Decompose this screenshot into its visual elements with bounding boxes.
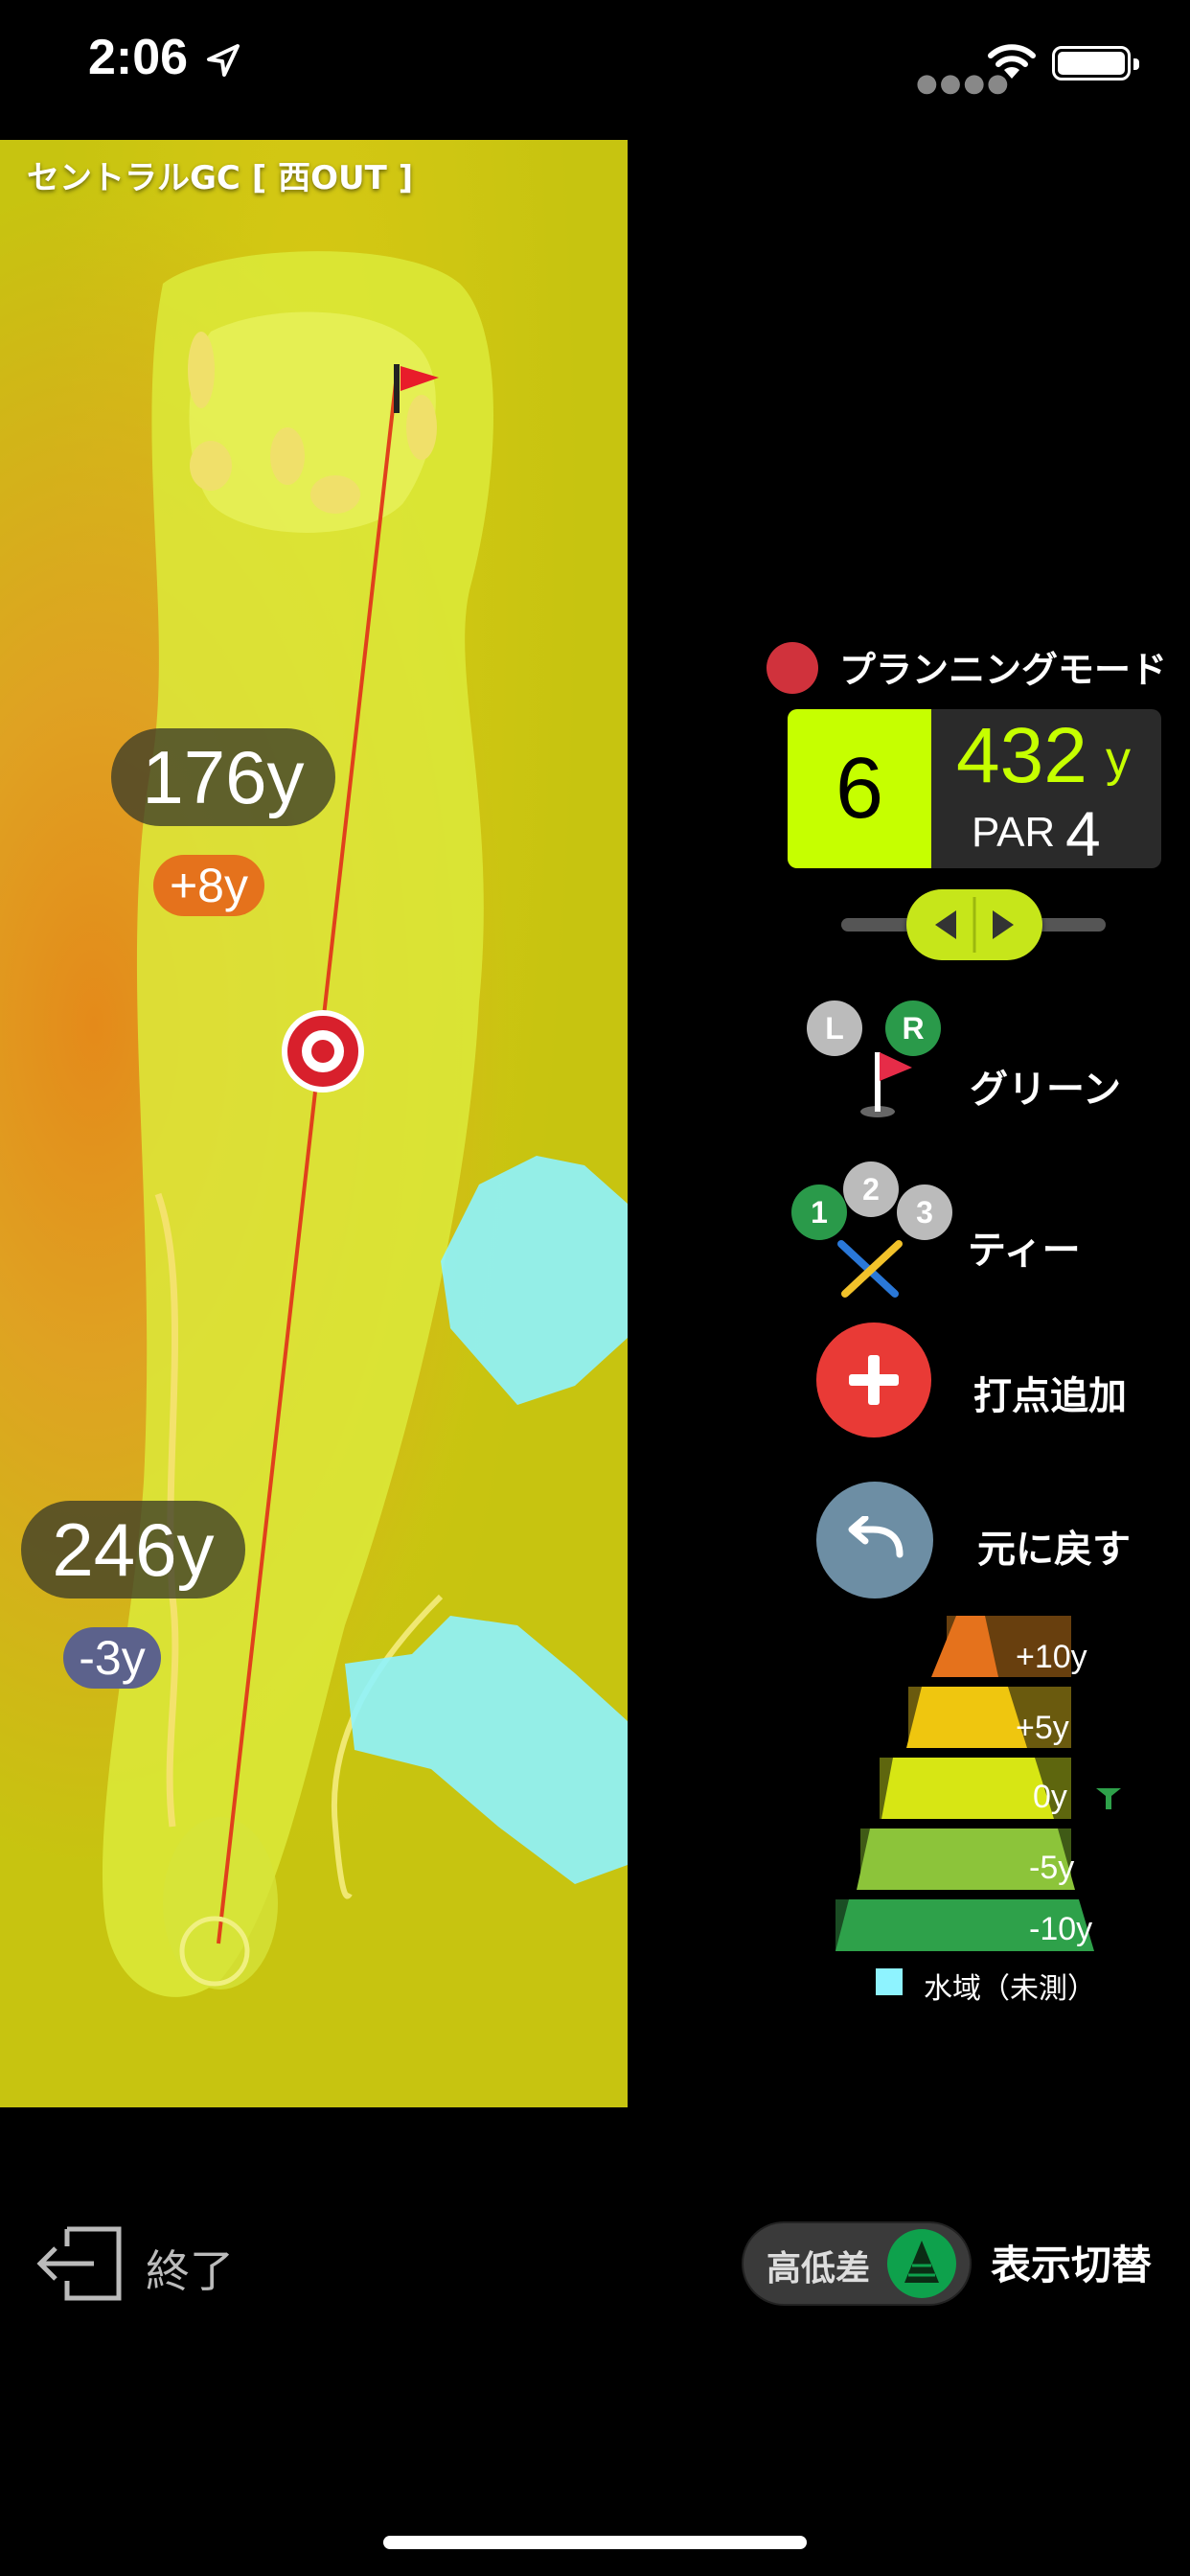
green-label: グリーン <box>970 1068 1121 1112</box>
tee-1-badge[interactable]: 1 <box>791 1184 847 1240</box>
tee-2-badge[interactable]: 2 <box>843 1162 899 1217</box>
course-title: セントラルGC [ 西OUT ] <box>27 159 414 197</box>
prev-next-chevrons-icon <box>935 897 1014 953</box>
elevation-pyramid-icon <box>887 2229 956 2298</box>
legend-plus5: +5y <box>1016 1710 1069 1746</box>
battery-icon <box>1052 46 1139 80</box>
location-arrow-icon <box>207 44 240 77</box>
status-time: 2:06 <box>88 30 189 85</box>
undo-button[interactable] <box>816 1482 933 1598</box>
par-value: 4 <box>1065 798 1101 868</box>
green-flag-icon <box>860 1052 912 1117</box>
legend-zero: 0y <box>1033 1779 1067 1815</box>
tee-label: ティー <box>968 1229 1081 1273</box>
add-point-label[interactable]: 打点追加 <box>973 1365 1127 1420</box>
hole-layout <box>102 251 628 1997</box>
elevation-toggle-label: 高低差 <box>767 2249 871 2288</box>
tee-distance-label: 246y <box>21 1501 245 1598</box>
hole-yardage-unit: y <box>1106 731 1131 787</box>
water-legend-label: 水域（未測） <box>924 1972 1096 2006</box>
legend-minus5: -5y <box>1029 1850 1075 1886</box>
legend-plus10: +10y <box>1016 1639 1087 1675</box>
green-select-button[interactable]: L R グリーン <box>805 995 1131 1119</box>
legend-minus10: -10y <box>1029 1911 1093 1947</box>
elevation-toggle-button[interactable]: 高低差 <box>744 2223 970 2304</box>
par-label: PAR <box>972 809 1056 856</box>
undo-label[interactable]: 元に戻す <box>977 1518 1131 1574</box>
hole-number: 6 <box>788 709 931 868</box>
tee-elevation-label: -3y <box>63 1627 161 1689</box>
tee-select-button[interactable]: 1 2 3 ティー <box>791 1162 1136 1305</box>
planning-mode-label: プランニングモード <box>839 649 1168 691</box>
add-point-button[interactable] <box>816 1322 931 1438</box>
exit-icon[interactable] <box>34 2223 126 2304</box>
home-indicator[interactable] <box>383 2536 807 2549</box>
tee-pegs-icon <box>837 1240 903 1298</box>
wifi-icon <box>988 44 1036 79</box>
plus-icon <box>849 1355 899 1405</box>
elevation-legend: +10y +5y 0y -5y -10y 水域（未測） <box>832 1616 1121 2006</box>
flag-marker-icon <box>1096 1788 1121 1809</box>
planning-mode-indicator[interactable] <box>767 642 818 694</box>
water-legend-swatch <box>876 1968 903 1995</box>
hole-slider-knob[interactable] <box>906 889 1042 960</box>
exit-label[interactable]: 終了 <box>146 2237 234 2300</box>
hole-info-card: 6 432 y PAR 4 <box>788 709 1161 868</box>
tee-3-badge[interactable]: 3 <box>897 1184 952 1240</box>
green-left-badge[interactable]: L <box>807 1000 862 1056</box>
pin-elevation-label: +8y <box>153 855 264 916</box>
course-map[interactable]: セントラルGC [ 西OUT ] 176y +8y 246y -3y <box>0 140 628 2107</box>
hole-yardage: 432 <box>956 712 1087 799</box>
undo-arrow-icon <box>848 1516 904 1558</box>
display-switch-label[interactable]: 表示切替 <box>991 2233 1152 2291</box>
pin-distance-label: 176y <box>111 728 335 826</box>
